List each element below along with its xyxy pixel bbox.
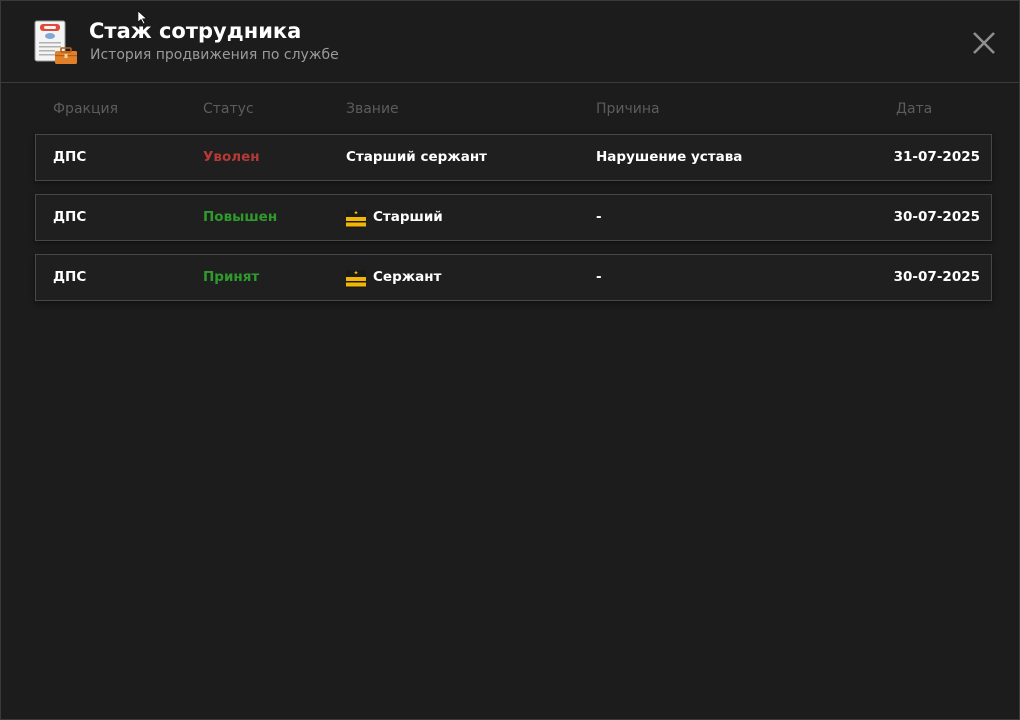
- rank-cell: Сержант: [346, 255, 441, 300]
- rank-cell: Старший сержант: [346, 149, 487, 165]
- status-cell: Повышен: [203, 209, 278, 225]
- service-history-window: Стаж сотрудника История продвижения по с…: [0, 0, 1020, 720]
- date-cell: 30-07-2025: [893, 269, 980, 285]
- document-briefcase-icon: [34, 20, 77, 64]
- reason-cell: -: [596, 209, 602, 225]
- column-rank: Звание: [346, 101, 399, 117]
- table-header: Фракция Статус Звание Причина Дата: [1, 99, 1019, 119]
- rank-insignia-icon: [346, 269, 366, 288]
- table-row: ДПС Повышен Старший - 30-07-2025: [35, 194, 992, 241]
- date-cell: 31-07-2025: [893, 149, 980, 165]
- rank-label: Старший: [373, 209, 443, 225]
- rank-cell: Старший: [346, 195, 443, 240]
- column-reason: Причина: [596, 101, 660, 117]
- window-header: Стаж сотрудника История продвижения по с…: [1, 1, 1019, 83]
- reason-cell: Нарушение устава: [596, 149, 743, 165]
- faction-cell: ДПС: [53, 149, 87, 165]
- column-faction: Фракция: [53, 101, 119, 117]
- column-date: Дата: [896, 101, 933, 117]
- status-cell: Уволен: [203, 149, 260, 165]
- faction-cell: ДПС: [53, 269, 87, 285]
- status-cell: Принят: [203, 269, 260, 285]
- faction-cell: ДПС: [53, 209, 87, 225]
- rank-insignia-icon: [346, 209, 366, 228]
- close-icon[interactable]: [969, 28, 999, 58]
- table-row: ДПС Принят Сержант - 30-07-2025: [35, 254, 992, 301]
- window-subtitle: История продвижения по службе: [90, 47, 339, 63]
- column-status: Статус: [203, 101, 254, 117]
- rank-label: Сержант: [373, 269, 442, 285]
- table-row: ДПС Уволен Старший сержант Нарушение уст…: [35, 134, 992, 181]
- date-cell: 30-07-2025: [893, 209, 980, 225]
- window-title: Стаж сотрудника: [89, 19, 302, 43]
- reason-cell: -: [596, 269, 602, 285]
- mouse-cursor-icon: [138, 11, 148, 25]
